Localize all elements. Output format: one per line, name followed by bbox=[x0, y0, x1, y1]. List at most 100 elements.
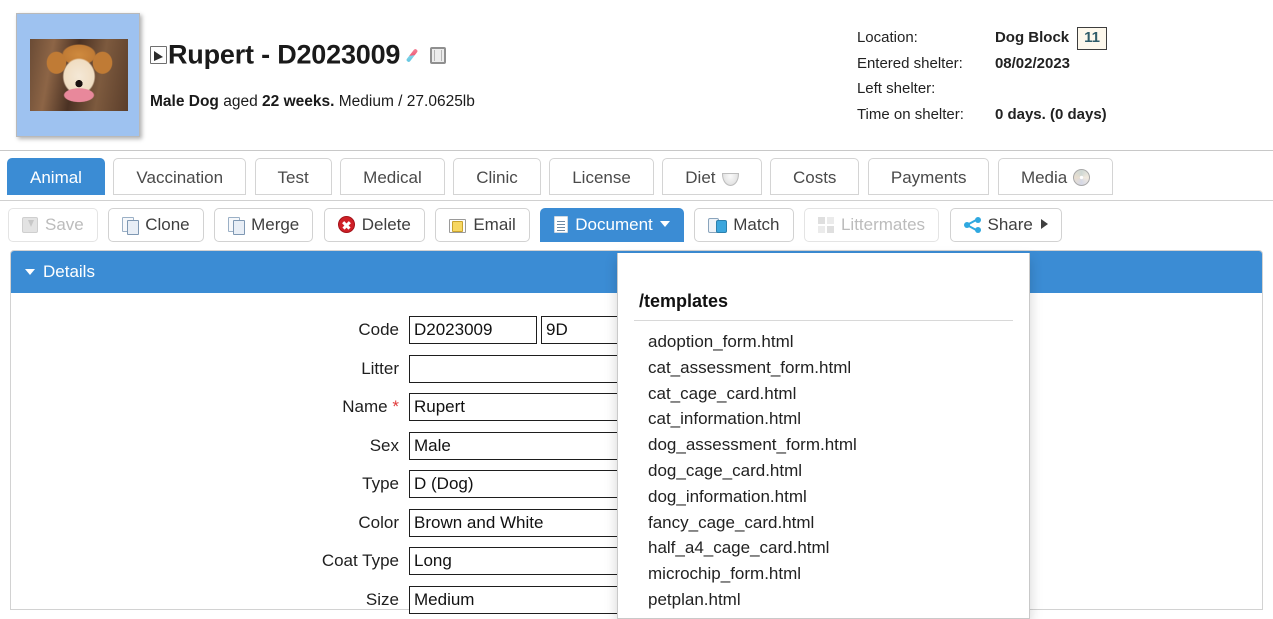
grid-icon[interactable] bbox=[430, 47, 447, 64]
animal-subtitle: Male Dog aged 22 weeks. Medium / 27.0625… bbox=[150, 93, 475, 111]
dropdown-item[interactable]: cat_assessment_form.html bbox=[618, 355, 1029, 381]
clone-button[interactable]: Clone bbox=[108, 208, 204, 242]
email-button-label: Email bbox=[473, 215, 516, 234]
shelter-info-block: Location: Dog Block 11 Entered shelter: … bbox=[857, 25, 1107, 127]
littermates-button[interactable]: Littermates bbox=[803, 208, 940, 242]
action-toolbar: Save Clone Merge Delete Email Document M… bbox=[0, 201, 1273, 248]
info-row-left-shelter: Left shelter: bbox=[857, 76, 1107, 102]
merge-button-label: Merge bbox=[251, 215, 300, 234]
tab-vaccination[interactable]: Vaccination bbox=[113, 158, 247, 195]
dropdown-item[interactable]: dog_information.html bbox=[618, 484, 1029, 510]
dropdown-item[interactable]: half_a4_cage_card.html bbox=[618, 535, 1029, 561]
info-value-location: Dog Block bbox=[994, 29, 1070, 46]
tab-medical-label: Medical bbox=[363, 168, 422, 187]
dropdown-item[interactable]: dog_assessment_form.html bbox=[618, 432, 1029, 458]
tab-media-label: Media bbox=[1020, 168, 1068, 187]
required-asterisk: * bbox=[392, 397, 399, 417]
document-icon bbox=[554, 216, 569, 233]
info-label-location: Location: bbox=[856, 29, 918, 46]
label-litter: Litter bbox=[361, 358, 399, 378]
match-button[interactable]: Match bbox=[694, 208, 794, 242]
label-code: Code bbox=[358, 320, 399, 340]
dropdown-item[interactable]: petplan.html bbox=[618, 587, 1029, 613]
match-button-label: Match bbox=[733, 215, 780, 234]
dropdown-item[interactable]: cat_cage_card.html bbox=[618, 381, 1029, 407]
littermates-button-label: Littermates bbox=[840, 215, 926, 234]
tab-vaccination-label: Vaccination bbox=[136, 168, 224, 187]
clone-button-label: Clone bbox=[145, 215, 190, 234]
dropdown-separator bbox=[634, 320, 1013, 321]
tab-license[interactable]: License bbox=[549, 158, 654, 195]
info-value-entered: 08/02/2023 bbox=[994, 54, 1071, 72]
dropdown-item[interactable]: adoption_form.html bbox=[618, 329, 1029, 355]
puppy-photo bbox=[30, 39, 128, 111]
label-size: Size bbox=[365, 589, 399, 609]
dropdown-section-title: /templates bbox=[639, 291, 729, 311]
subtitle-size-weight: Medium / 27.0625lb bbox=[338, 93, 475, 110]
info-label-entered: Entered shelter: bbox=[856, 54, 963, 72]
tab-diet[interactable]: Diet bbox=[662, 158, 762, 195]
animal-title-text: Rupert - D2023009 bbox=[168, 39, 401, 70]
report-icon[interactable] bbox=[150, 46, 167, 64]
share-icon bbox=[963, 217, 981, 233]
share-button-label: Share bbox=[987, 215, 1033, 234]
collapse-triangle-icon bbox=[25, 269, 35, 275]
thermometer-icon[interactable] bbox=[408, 46, 426, 64]
tab-license-label: License bbox=[572, 168, 631, 187]
animal-photo-thumbnail[interactable] bbox=[16, 13, 140, 137]
tab-costs[interactable]: Costs bbox=[769, 158, 860, 195]
share-button[interactable]: Share bbox=[949, 208, 1062, 242]
dropdown-item[interactable]: microchip_form.html bbox=[618, 561, 1029, 587]
disc-icon bbox=[1073, 169, 1091, 186]
copy-icon bbox=[122, 217, 140, 235]
dropdown-item[interactable]: fancy_cage_card.html bbox=[618, 510, 1029, 536]
label-sex: Sex bbox=[369, 435, 399, 455]
email-button[interactable]: Email bbox=[435, 208, 530, 242]
dropdown-item[interactable]: dog_cage_card.html bbox=[618, 458, 1029, 484]
subtitle-age: 22 weeks. bbox=[262, 93, 335, 110]
info-label-time: Time on shelter: bbox=[856, 105, 964, 123]
label-name: Name * bbox=[11, 397, 409, 417]
chevron-right-icon bbox=[1040, 219, 1048, 229]
tab-test[interactable]: Test bbox=[254, 158, 332, 195]
animal-header: Rupert - D2023009 Male Dog aged 22 weeks… bbox=[0, 0, 1273, 151]
page-title: Rupert - D2023009 bbox=[150, 38, 447, 70]
label-name-text: Name bbox=[342, 397, 388, 417]
littermates-icon bbox=[817, 217, 834, 233]
label-type: Type bbox=[362, 474, 399, 494]
subtitle-sex-species: Male Dog bbox=[150, 93, 219, 110]
info-value-time: 0 days. (0 days) bbox=[994, 105, 1107, 123]
location-unit-badge: 11 bbox=[1077, 27, 1107, 50]
tab-diet-label: Diet bbox=[685, 168, 716, 187]
save-button-label: Save bbox=[45, 215, 84, 234]
tab-clinic[interactable]: Clinic bbox=[453, 158, 541, 195]
delete-button-label: Delete bbox=[361, 215, 411, 234]
tab-clinic-label: Clinic bbox=[476, 168, 518, 187]
tab-media[interactable]: Media bbox=[997, 158, 1114, 195]
app-page: Rupert - D2023009 Male Dog aged 22 weeks… bbox=[0, 0, 1273, 619]
tab-test-label: Test bbox=[277, 168, 309, 187]
save-button[interactable]: Save bbox=[8, 208, 98, 242]
tab-costs-label: Costs bbox=[792, 168, 837, 187]
tab-animal-label: Animal bbox=[30, 168, 82, 187]
document-button[interactable]: Document bbox=[540, 208, 684, 242]
tab-payments[interactable]: Payments bbox=[867, 158, 990, 195]
bowl-icon bbox=[721, 173, 739, 186]
info-row-time-on-shelter: Time on shelter: 0 days. (0 days) bbox=[857, 102, 1107, 128]
tab-payments-label: Payments bbox=[890, 168, 967, 187]
dropdown-item[interactable]: cat_information.html bbox=[618, 406, 1029, 432]
tab-medical[interactable]: Medical bbox=[340, 158, 445, 195]
tab-animal[interactable]: Animal bbox=[7, 158, 105, 195]
tab-bar: Animal Vaccination Test Medical Clinic L… bbox=[0, 151, 1273, 201]
delete-button[interactable]: Delete bbox=[323, 208, 425, 242]
info-row-location: Location: Dog Block 11 bbox=[857, 25, 1107, 51]
document-button-label: Document bbox=[575, 215, 653, 234]
code-input[interactable] bbox=[409, 316, 537, 345]
document-templates-dropdown: /templates adoption_form.html cat_assess… bbox=[617, 253, 1030, 619]
info-row-entered-shelter: Entered shelter: 08/02/2023 bbox=[857, 51, 1107, 77]
subtitle-aged-word: aged bbox=[223, 93, 258, 110]
dropdown-item[interactable]: rabies_certificate.html bbox=[618, 613, 1029, 618]
merge-button[interactable]: Merge bbox=[214, 208, 314, 242]
details-panel-title: Details bbox=[43, 262, 95, 281]
info-label-left: Left shelter: bbox=[856, 80, 936, 97]
